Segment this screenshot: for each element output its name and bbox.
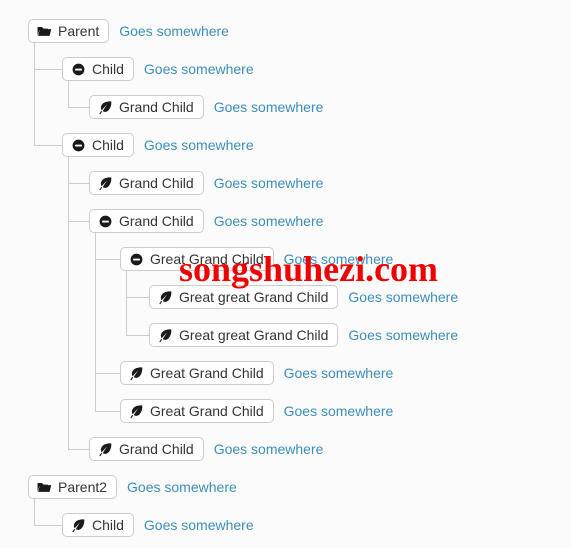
leaf-icon[interactable] (98, 100, 113, 115)
tree-connector-horizontal (95, 259, 120, 260)
tree-view: Parent Goes somewhere Child Goes somewhere G… (0, 0, 571, 548)
tree-connector-vertical (126, 270, 127, 335)
tree-node-great-great-grand-child[interactable]: Great great Grand Child (149, 323, 339, 347)
tree-node-row: Grand Child Goes somewhere (89, 208, 323, 234)
leaf-icon[interactable] (158, 290, 173, 305)
tree-node-label: Grand Child (119, 99, 194, 115)
tree-node-row: Great Grand Child Goes somewhere (120, 246, 393, 272)
tree-connector-horizontal (34, 69, 62, 70)
tree-connector-vertical (68, 80, 69, 107)
tree-node-label: Child (92, 517, 124, 533)
tree-node-row: Great great Grand Child Goes somewhere (149, 284, 458, 310)
tree-node-row: Grand Child Goes somewhere (89, 94, 323, 120)
leaf-icon[interactable] (129, 366, 144, 381)
tree-node-label: Great great Grand Child (179, 289, 329, 305)
tree-node-link[interactable]: Goes somewhere (214, 175, 324, 191)
tree-connector-horizontal (68, 221, 89, 222)
tree-node-row: Parent Goes somewhere (28, 18, 229, 44)
tree-node-great-great-grand-child[interactable]: Great great Grand Child (149, 285, 339, 309)
tree-connector-vertical (34, 42, 35, 145)
minus-circle-icon[interactable] (71, 62, 86, 77)
leaf-icon[interactable] (129, 404, 144, 419)
tree-connector-horizontal (34, 145, 62, 146)
tree-node-link[interactable]: Goes somewhere (214, 99, 324, 115)
tree-node-row: Great great Grand Child Goes somewhere (149, 322, 458, 348)
leaf-icon[interactable] (71, 518, 86, 533)
tree-connector-horizontal (126, 297, 149, 298)
folder-icon[interactable] (37, 480, 52, 495)
tree-node-link[interactable]: Goes somewhere (284, 251, 394, 267)
tree-node-link[interactable]: Goes somewhere (214, 213, 324, 229)
tree-node-grand-child[interactable]: Grand Child (89, 95, 204, 119)
tree-node-link[interactable]: Goes somewhere (119, 23, 229, 39)
minus-circle-icon[interactable] (129, 252, 144, 267)
tree-node-label: Parent2 (58, 479, 108, 495)
tree-node-row: Child Goes somewhere (62, 132, 254, 158)
tree-node-label: Child (92, 61, 124, 77)
tree-node-label: Child (92, 137, 124, 153)
tree-connector-horizontal (68, 107, 89, 108)
tree-node-child[interactable]: Child (62, 57, 134, 81)
tree-node-row: Grand Child Goes somewhere (89, 436, 323, 462)
tree-connector-horizontal (68, 183, 89, 184)
tree-node-link[interactable]: Goes somewhere (348, 327, 458, 343)
tree-node-link[interactable]: Goes somewhere (144, 137, 254, 153)
tree-node-row: Parent2 Goes somewhere (28, 474, 237, 500)
tree-node-grand-child[interactable]: Grand Child (89, 209, 204, 233)
tree-node-great-grand-child[interactable]: Great Grand Child (120, 361, 274, 385)
tree-node-child[interactable]: Child (62, 513, 134, 537)
tree-connector-vertical (68, 156, 69, 449)
minus-circle-icon[interactable] (98, 214, 113, 229)
leaf-icon[interactable] (98, 176, 113, 191)
tree-node-link[interactable]: Goes somewhere (284, 403, 394, 419)
tree-node-label: Grand Child (119, 441, 194, 457)
tree-node-label: Great Grand Child (150, 251, 264, 267)
tree-node-link[interactable]: Goes somewhere (127, 479, 237, 495)
tree-node-row: Child Goes somewhere (62, 56, 254, 82)
tree-node-parent2[interactable]: Parent2 (28, 475, 118, 499)
tree-node-link[interactable]: Goes somewhere (284, 365, 394, 381)
minus-circle-icon[interactable] (71, 138, 86, 153)
tree-connector-vertical (34, 498, 35, 525)
tree-node-row: Grand Child Goes somewhere (89, 170, 323, 196)
tree-node-great-grand-child[interactable]: Great Grand Child (120, 399, 274, 423)
tree-connector-horizontal (126, 335, 149, 336)
tree-node-label: Grand Child (119, 213, 194, 229)
tree-node-label: Parent (58, 23, 100, 39)
tree-node-row: Great Grand Child Goes somewhere (120, 360, 393, 386)
tree-node-link[interactable]: Goes somewhere (348, 289, 458, 305)
leaf-icon[interactable] (98, 442, 113, 457)
tree-node-label: Grand Child (119, 175, 194, 191)
tree-node-child[interactable]: Child (62, 133, 134, 157)
tree-node-great-grand-child[interactable]: Great Grand Child (120, 247, 274, 271)
tree-connector-horizontal (34, 525, 62, 526)
tree-node-link[interactable]: Goes somewhere (214, 441, 324, 457)
tree-node-label: Great great Grand Child (179, 327, 329, 343)
tree-node-link[interactable]: Goes somewhere (144, 517, 254, 533)
leaf-icon[interactable] (158, 328, 173, 343)
tree-node-row: Great Grand Child Goes somewhere (120, 398, 393, 424)
tree-node-label: Great Grand Child (150, 365, 264, 381)
tree-node-row: Child Goes somewhere (62, 512, 254, 538)
tree-connector-horizontal (95, 411, 120, 412)
tree-connector-horizontal (68, 449, 89, 450)
tree-node-parent[interactable]: Parent (28, 19, 110, 43)
tree-node-label: Great Grand Child (150, 403, 264, 419)
tree-node-grand-child[interactable]: Grand Child (89, 171, 204, 195)
tree-connector-horizontal (95, 373, 120, 374)
tree-node-link[interactable]: Goes somewhere (144, 61, 254, 77)
folder-icon[interactable] (37, 24, 52, 39)
tree-node-grand-child[interactable]: Grand Child (89, 437, 204, 461)
